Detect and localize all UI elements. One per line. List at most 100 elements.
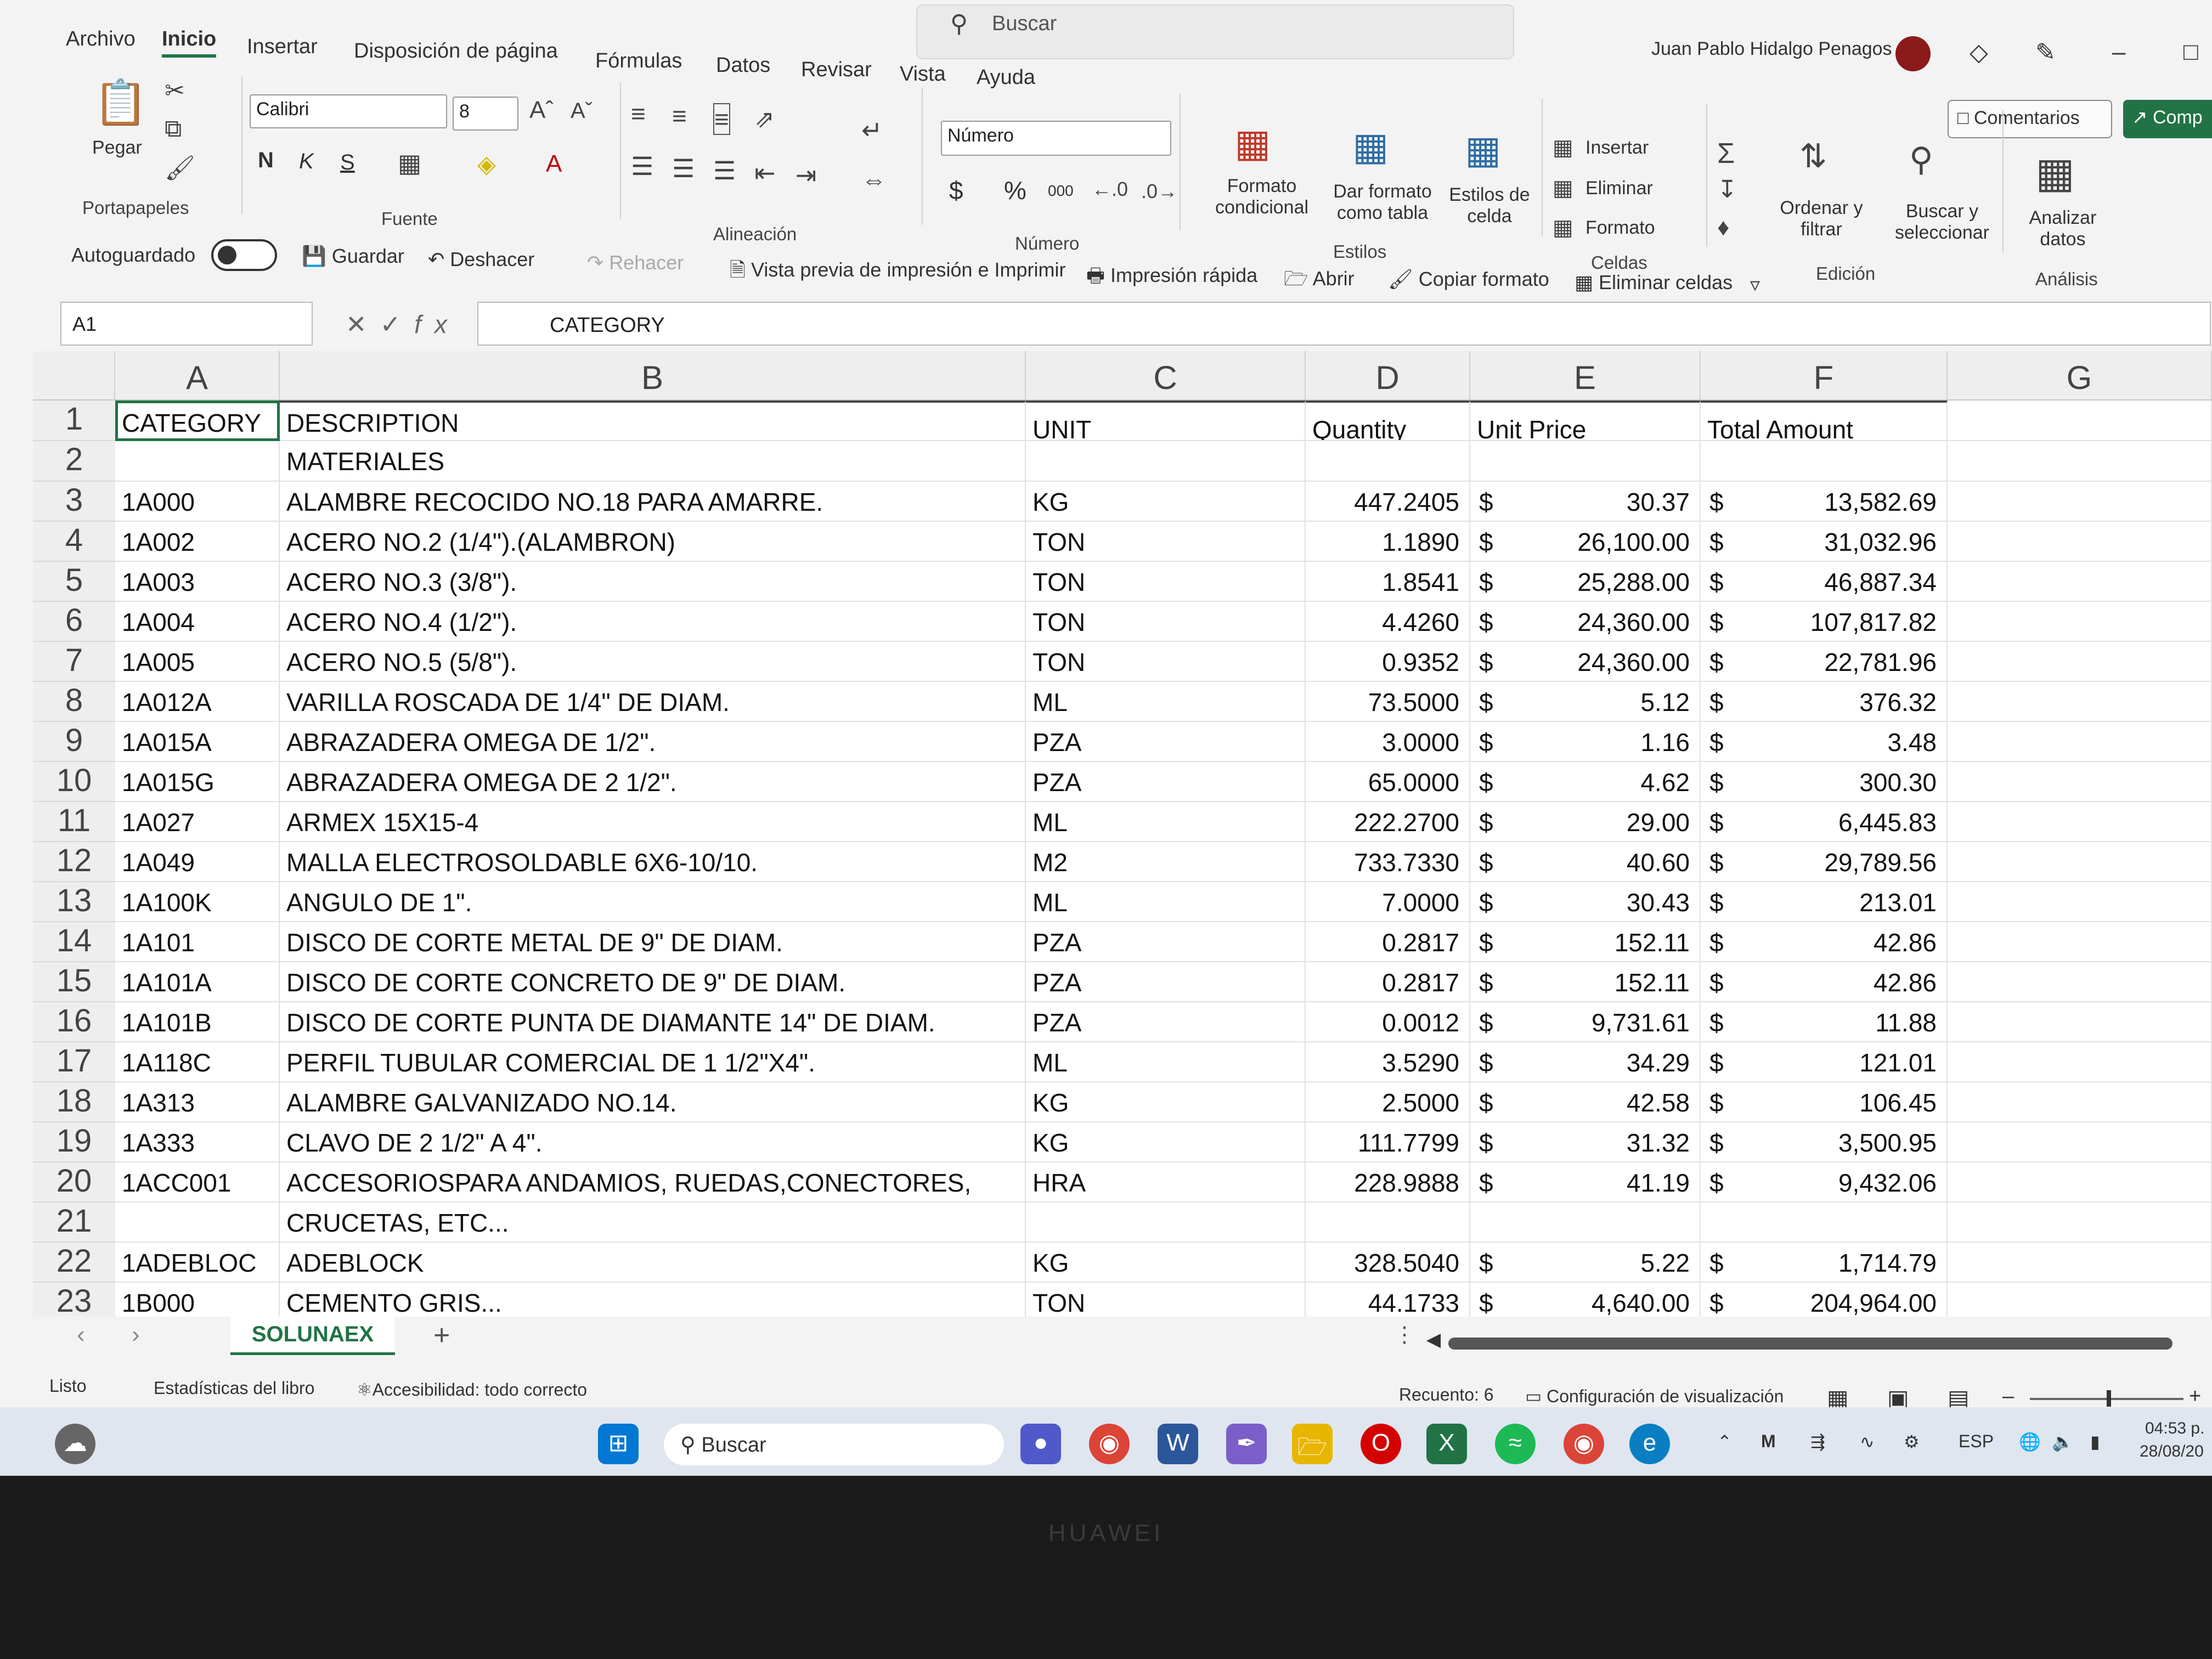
cell-cat[interactable]: 1A100K [115, 882, 280, 922]
tray-bluetooth-icon[interactable]: ∿ [1860, 1431, 1875, 1452]
cell-cat[interactable]: 1A015A [115, 722, 280, 762]
decrease-indent-icon[interactable]: ⇤ [754, 158, 776, 188]
tray-app-icon[interactable]: M [1761, 1431, 1776, 1452]
cell-cat[interactable]: 1A101 [115, 922, 280, 962]
clock-date[interactable]: 28/08/20 [2140, 1442, 2204, 1461]
tab-archivo[interactable]: Archivo [66, 27, 136, 51]
accessibility-status[interactable]: ⚛Accesibilidad: todo correcto [357, 1379, 587, 1400]
row-header[interactable]: 16 [33, 1002, 115, 1042]
cell-price[interactable]: $26,100.00 [1470, 522, 1701, 562]
format-painter-icon[interactable]: 🖌 [165, 154, 195, 182]
row-header[interactable]: 12 [33, 842, 115, 882]
restore-icon[interactable]: □ [2183, 38, 2198, 66]
insert-cells-button[interactable]: Insertar [1585, 137, 1649, 159]
font-color-icon[interactable]: A [546, 150, 562, 178]
cell-price[interactable]: $152.11 [1470, 922, 1701, 962]
align-left-icon[interactable]: ☰ [631, 151, 653, 181]
cell-qty[interactable]: 0.9352 [1306, 642, 1470, 682]
cell-description-header[interactable]: DESCRIPTION [280, 400, 1026, 441]
cell[interactable] [1948, 922, 2212, 962]
merge-center-icon[interactable]: ⇔ [861, 165, 887, 194]
cell-unit[interactable]: TON [1026, 522, 1306, 562]
next-sheet-icon[interactable]: › [132, 1321, 140, 1348]
cell-unit[interactable]: PZA [1026, 962, 1306, 1002]
increase-indent-icon[interactable]: ⇥ [795, 160, 817, 190]
sheet-tab-solunaex[interactable]: SOLUNAEX [230, 1317, 395, 1355]
cell-price[interactable]: $24,360.00 [1470, 642, 1701, 682]
cell-price[interactable]: $1.16 [1470, 722, 1701, 762]
cell[interactable] [1948, 882, 2212, 922]
cell-cat[interactable]: 1A005 [115, 642, 280, 682]
borders-icon[interactable]: ▦ [398, 148, 421, 178]
cell-unit[interactable]: ML [1026, 682, 1306, 722]
row-header[interactable]: 5 [33, 562, 115, 602]
chrome-icon[interactable]: ◉ [1089, 1424, 1130, 1464]
cell-desc[interactable]: ACERO NO.5 (5/8"). [280, 642, 1026, 682]
cell-qty[interactable]: 1.1890 [1306, 522, 1470, 562]
thousands-button[interactable]: 000 [1048, 182, 1074, 200]
find-icon[interactable]: ⚲ [1909, 140, 1933, 179]
cell[interactable] [1948, 400, 2212, 441]
cell-qty[interactable]: 328.5040 [1306, 1243, 1470, 1283]
scroll-left-icon[interactable]: ◀ [1426, 1329, 1441, 1351]
tray-settings-icon[interactable]: ⚙ [1904, 1431, 1920, 1452]
cell-total[interactable]: $31,032.96 [1701, 522, 1948, 562]
paste-label[interactable]: Pegar [92, 137, 142, 159]
column-header-e[interactable]: E [1470, 351, 1701, 400]
cell-total[interactable]: $3,500.95 [1701, 1122, 1948, 1163]
column-header-d[interactable]: D [1306, 351, 1470, 400]
align-right-icon[interactable]: ☰ [713, 156, 736, 185]
cell-qty[interactable] [1306, 1203, 1470, 1243]
cell-desc[interactable]: VARILLA ROSCADA DE 1/4" DE DIAM. [280, 682, 1026, 722]
cell-unit[interactable]: ML [1026, 882, 1306, 922]
cell-price[interactable]: $29.00 [1470, 802, 1701, 842]
row-header[interactable]: 18 [33, 1082, 115, 1122]
cell-desc[interactable]: ACERO NO.3 (3/8"). [280, 562, 1026, 602]
cell-price[interactable]: $42.58 [1470, 1082, 1701, 1122]
cell-qty[interactable]: 4.4260 [1306, 602, 1470, 642]
cell-total[interactable]: $46,887.34 [1701, 562, 1948, 602]
cell-unit[interactable]: TON [1026, 602, 1306, 642]
cell-unit[interactable]: KG [1026, 1122, 1306, 1163]
cell-cat[interactable]: 1A313 [115, 1082, 280, 1122]
name-box[interactable]: A1 [60, 302, 313, 346]
cell-qty[interactable]: 0.2817 [1306, 962, 1470, 1002]
cell-desc[interactable]: PERFIL TUBULAR COMERCIAL DE 1 1/2"X4". [280, 1042, 1026, 1082]
language-indicator[interactable]: ESP [1959, 1431, 1994, 1452]
cell-desc[interactable]: ADEBLOCK [280, 1243, 1026, 1283]
cut-icon[interactable]: ✂ [165, 77, 185, 105]
cell[interactable] [115, 441, 280, 482]
workbook-stats[interactable]: Estadísticas del libro [154, 1378, 314, 1398]
row-header[interactable]: 17 [33, 1042, 115, 1082]
delete-cells-qat-button[interactable]: ▦ Eliminar celdas [1575, 271, 1733, 294]
cell-unit[interactable]: HRA [1026, 1163, 1306, 1203]
cell-price[interactable]: $34.29 [1470, 1042, 1701, 1082]
widgets-icon[interactable]: ☁ [55, 1424, 95, 1464]
cell-unit[interactable]: TON [1026, 562, 1306, 602]
find-select-button[interactable]: Buscar y seleccionar [1882, 201, 2002, 244]
format-cells-icon[interactable]: ▦ [1553, 215, 1573, 240]
cancel-icon[interactable]: ✕ [346, 310, 380, 338]
font-name-select[interactable]: Calibri [250, 94, 447, 128]
formula-buttons[interactable]: ✕✓fx [346, 309, 460, 339]
format-as-table-button[interactable]: Dar formato como tabla [1322, 181, 1443, 224]
cell-price[interactable]: $152.11 [1470, 962, 1701, 1002]
word-icon[interactable]: W [1158, 1424, 1198, 1464]
cell-cat[interactable]: 1ADEBLOC [115, 1243, 280, 1283]
cell-cat[interactable]: 1A101A [115, 962, 280, 1002]
row-header[interactable]: 21 [33, 1203, 115, 1243]
pen-app-icon[interactable]: ✒ [1226, 1424, 1267, 1464]
cell-unit[interactable]: KG [1026, 1082, 1306, 1122]
volume-icon[interactable]: 🔈 [2052, 1431, 2074, 1452]
cell-price[interactable]: $4.62 [1470, 762, 1701, 802]
cell-qty[interactable]: 2.5000 [1306, 1082, 1470, 1122]
battery-icon[interactable]: ▮ [2090, 1431, 2100, 1452]
cell[interactable] [1948, 962, 2212, 1002]
row-header[interactable]: 20 [33, 1163, 115, 1203]
grow-font-icon[interactable]: Aˆ [529, 97, 554, 124]
cell-total[interactable]: $300.30 [1701, 762, 1948, 802]
cell-unit[interactable]: M2 [1026, 842, 1306, 882]
cell[interactable] [1948, 1203, 2212, 1243]
quick-print-button[interactable]: 🖶 Impresión rápida [1086, 261, 1257, 295]
decrease-decimal-icon[interactable]: .0→ [1141, 180, 1177, 203]
